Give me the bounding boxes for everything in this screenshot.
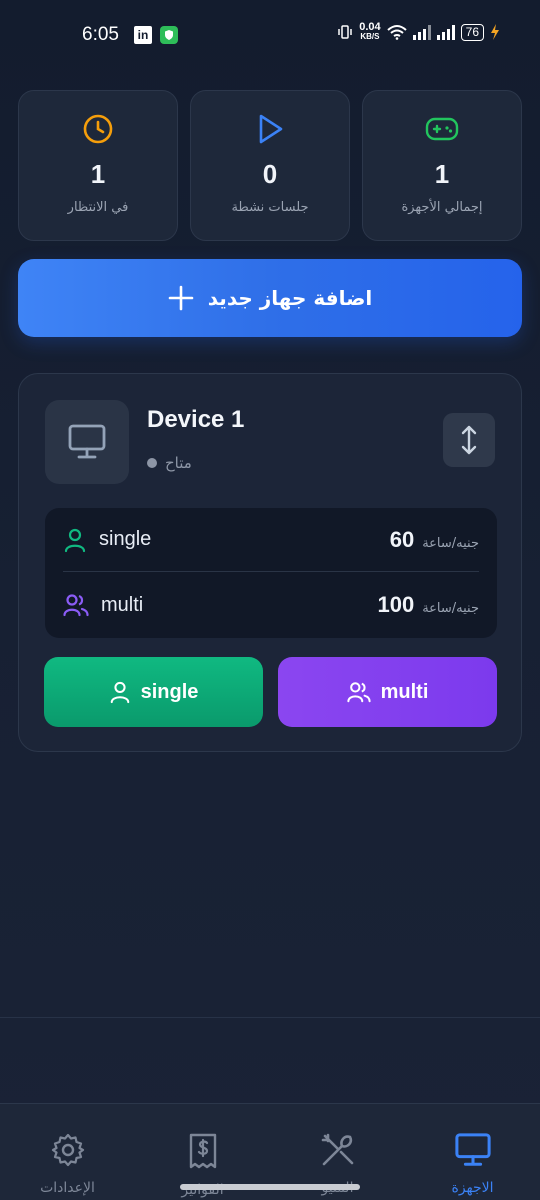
device-name: Device 1 [147,406,245,433]
device-status-label: متاح [165,454,192,472]
wifi-icon [386,25,407,40]
nav-label: الاجهزة [451,1180,494,1196]
stat-label: في الانتظار [67,200,129,215]
battery-icon: 76 [460,23,484,41]
users-icon [346,682,371,703]
add-device-label: اضافة جهاز جديد [207,286,373,310]
add-device-button[interactable]: اضافة جهاز جديد [18,259,522,337]
start-single-button[interactable]: single [44,657,263,727]
status-time: 6:05 [82,24,119,45]
rates-box: single 60 جنيه/ساعة multi 100 جنيه/ساعة [45,508,497,638]
status-indicators: 0.04 KB/S 76 [337,22,500,42]
start-single-label: single [140,680,199,703]
reorder-button[interactable] [443,413,495,467]
home-indicator[interactable] [180,1184,360,1190]
status-bar: 6:05 in 0.04 KB/S 76 [0,0,540,72]
stat-value: 0 [262,159,278,189]
stat-value: 1 [434,159,450,189]
nav-label: الإعدادات [40,1180,95,1196]
play-icon [252,111,288,147]
net-speed: 0.04 KB/S [359,22,380,42]
net-speed-unit: KB/S [360,32,380,41]
start-multi-label: multi [380,680,429,703]
nav-item-settings[interactable]: الإعدادات [0,1104,135,1200]
signal-icon [412,24,431,40]
rate-unit: جنيه/ساعة [422,601,479,616]
stat-label: إجمالي الأجهزة [401,200,483,215]
gamepad-icon [424,111,460,147]
stat-card-total-devices: 1 إجمالي الأجهزة [362,90,522,241]
arrows-vertical-icon [461,425,477,455]
rate-row-multi: multi 100 جنيه/ساعة [63,573,479,637]
charging-icon [491,24,499,40]
clock-icon [80,111,116,147]
rate-price: 60 [389,526,415,552]
device-status: متاح [147,454,192,472]
stat-value: 1 [90,159,106,189]
plus-icon [168,285,194,311]
vibrate-icon [338,25,352,39]
user-icon [110,681,129,704]
monitor-icon [454,1133,491,1166]
linkedin-icon: in [134,26,152,44]
users-icon [63,594,89,617]
user-icon [64,528,86,552]
receipt-icon [189,1133,216,1169]
stat-label: جلسات نشطة [231,200,309,215]
nav-item-devices[interactable]: الاجهزة [405,1104,540,1200]
divider [0,1017,540,1018]
device-icon-box [45,400,129,484]
rate-unit: جنيه/ساعة [422,535,479,551]
stat-card-active-sessions: 0 جلسات نشطة [190,90,350,241]
rate-name: single [99,528,152,550]
stats-row: 1 إجمالي الأجهزة 0 جلسات نشطة 1 في الانت… [18,90,522,241]
stat-card-waiting: 1 في الانتظار [18,90,178,241]
utensils-icon [321,1133,353,1166]
shield-icon [160,26,178,44]
device-card: Device 1 متاح single 60 جنيه/ساعة multi … [18,373,522,752]
gear-icon [51,1133,84,1167]
rate-price: 100 [377,592,415,617]
status-dot [147,458,157,468]
rate-name: multi [101,593,144,616]
start-multi-button[interactable]: multi [278,657,497,727]
signal-icon-2 [436,24,455,40]
monitor-icon [68,424,106,459]
rate-row-single: single 60 جنيه/ساعة [63,508,479,572]
